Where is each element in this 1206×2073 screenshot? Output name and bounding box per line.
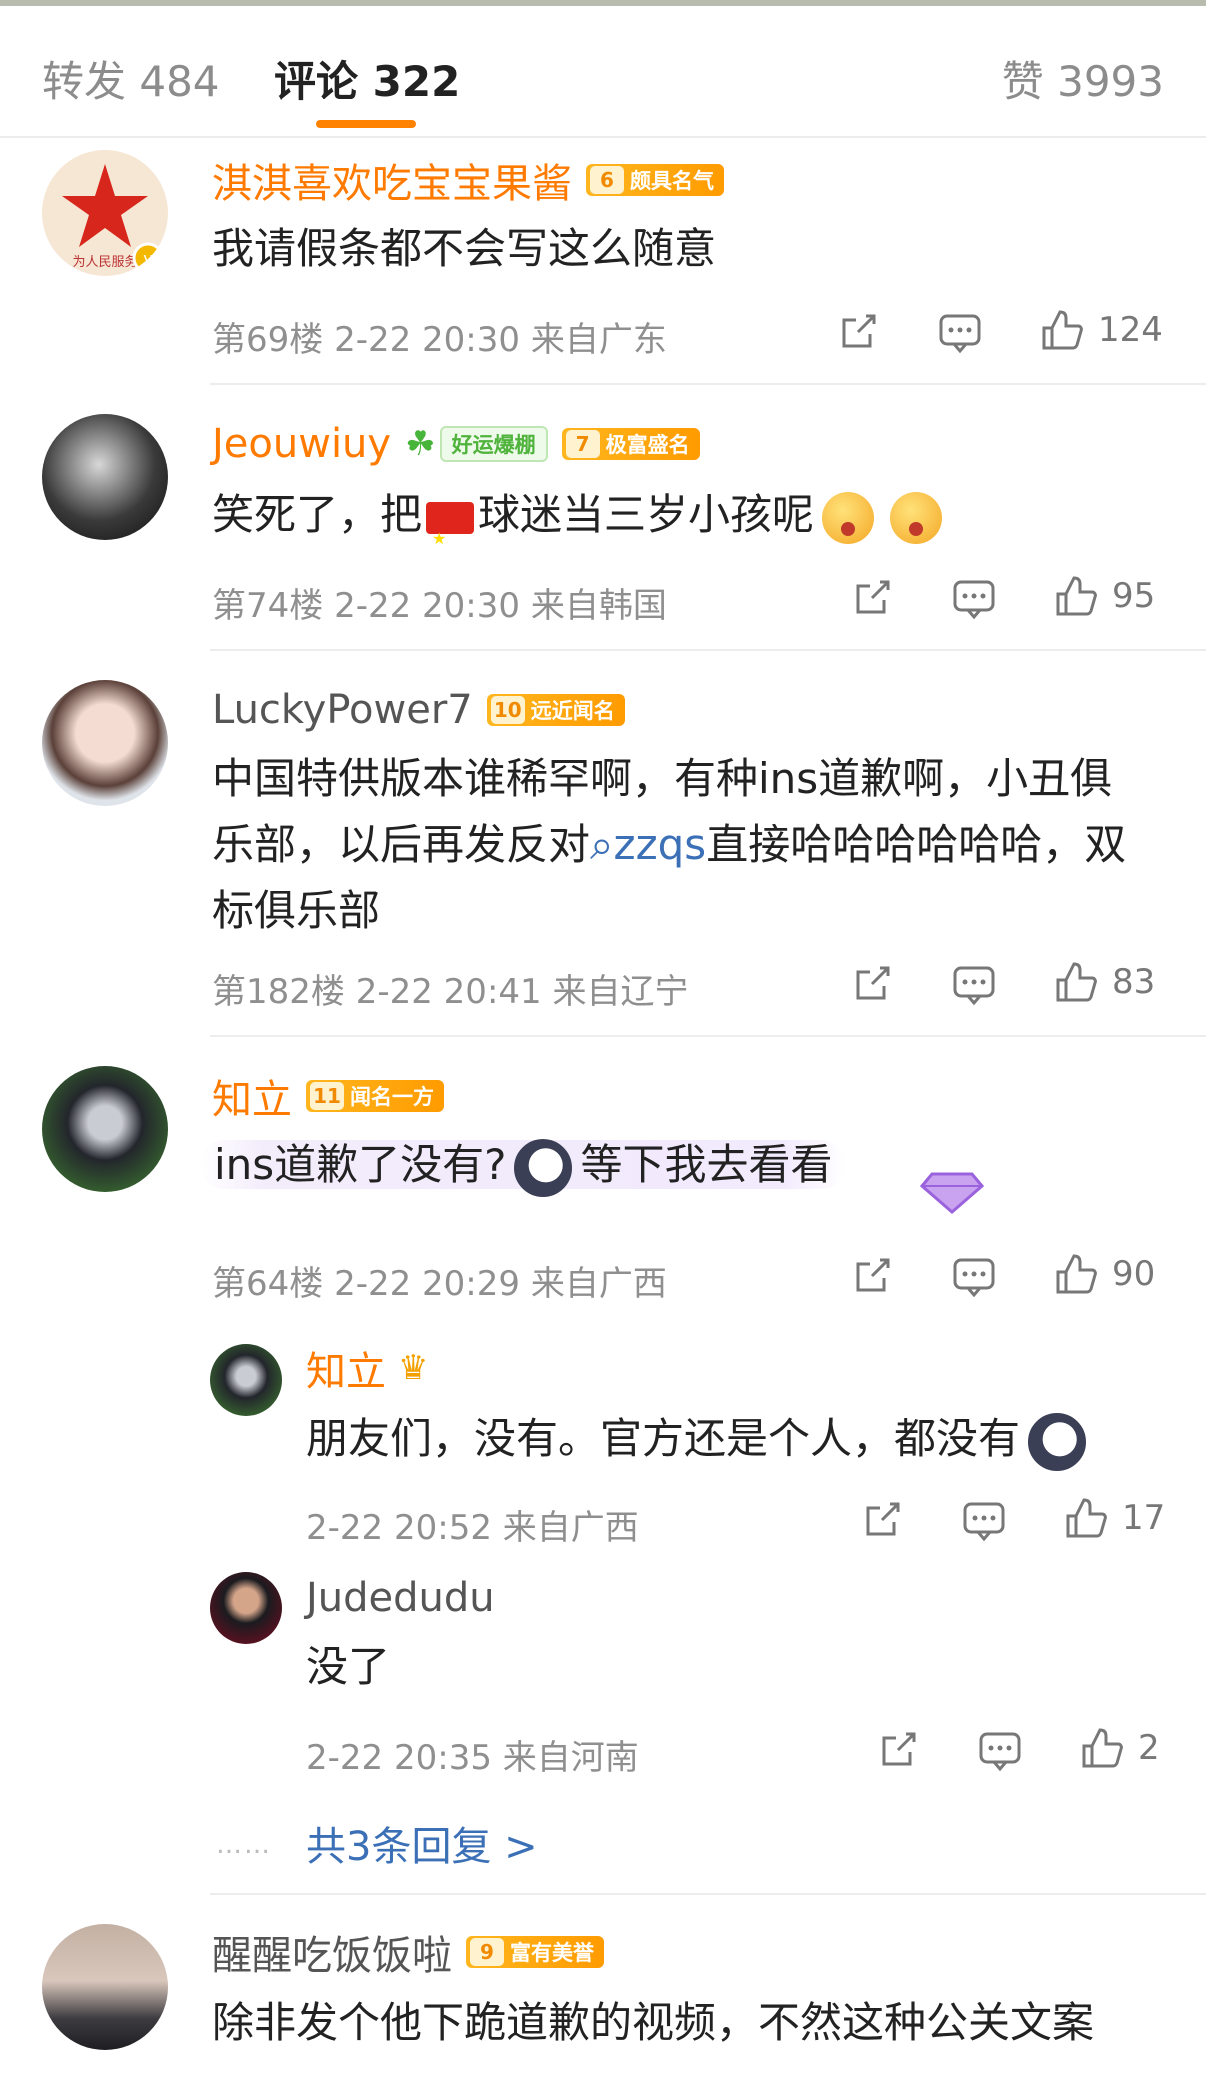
avatar[interactable] bbox=[42, 680, 168, 806]
thumbs-up-icon bbox=[1066, 1498, 1107, 1538]
comment-icon[interactable] bbox=[952, 578, 996, 620]
share-icon[interactable] bbox=[850, 962, 894, 1006]
tab-reposts[interactable]: 转发 484 bbox=[42, 48, 220, 109]
doge-emoji-icon bbox=[1028, 1412, 1087, 1471]
reply-meta: 2-22 20:35 来自河南 bbox=[306, 1738, 639, 1778]
avatar[interactable] bbox=[42, 1066, 168, 1192]
thumbs-up-icon bbox=[1082, 1728, 1123, 1768]
comment-meta: 第74楼 2-22 20:30 来自韩国 bbox=[212, 586, 667, 626]
share-icon[interactable] bbox=[876, 1728, 920, 1772]
username[interactable]: Judedudu bbox=[306, 1575, 495, 1621]
divider bbox=[210, 649, 1206, 651]
share-icon[interactable] bbox=[860, 1498, 904, 1542]
fame-badge: 6 颇具名气 bbox=[586, 164, 724, 196]
china-flag-icon: ★ bbox=[426, 501, 475, 548]
like-count: 95 bbox=[1112, 576, 1156, 616]
username[interactable]: 醒醒吃饭饭啦 bbox=[212, 1923, 452, 1981]
avatar[interactable] bbox=[210, 1344, 282, 1416]
username[interactable]: 淇淇喜欢吃宝宝果酱 bbox=[212, 151, 572, 209]
comment-text: 除非发个他下跪道歉的视频，不然这种公关文案 bbox=[212, 1998, 1095, 2047]
username[interactable]: LuckyPower7 bbox=[212, 687, 473, 733]
comment-icon[interactable] bbox=[952, 964, 996, 1006]
shocked-emoji-icon bbox=[822, 491, 875, 544]
like-count: 124 bbox=[1098, 310, 1163, 350]
tab-comments[interactable]: 评论 322 bbox=[274, 48, 460, 109]
share-icon[interactable] bbox=[836, 310, 880, 354]
username[interactable]: 知立 bbox=[306, 1339, 386, 1397]
topic-link[interactable]: ⌕zzqs bbox=[590, 820, 706, 869]
clover-icon: ☘ bbox=[405, 424, 436, 464]
fame-badge: 7 极富盛名 bbox=[561, 428, 700, 460]
active-tab-indicator bbox=[316, 120, 416, 128]
thumbs-up-icon bbox=[1056, 576, 1097, 616]
like-count: 17 bbox=[1122, 1498, 1166, 1538]
like-button[interactable]: 17 bbox=[1064, 1496, 1165, 1540]
thumbs-up-icon bbox=[1056, 1254, 1097, 1294]
search-icon: ⌕ bbox=[590, 820, 614, 869]
crown-icon: ♛ bbox=[398, 1348, 429, 1388]
shocked-emoji-icon bbox=[890, 491, 943, 544]
diamond-icon bbox=[920, 1172, 984, 1214]
doge-emoji-icon bbox=[514, 1138, 573, 1197]
divider bbox=[210, 383, 1206, 385]
comment-text: ins道歉了没有? 等下我去看看 bbox=[200, 1132, 1130, 1198]
thumbs-up-icon bbox=[1042, 310, 1083, 350]
share-icon[interactable] bbox=[850, 576, 894, 620]
fame-badge: 10 远近闻名 bbox=[486, 694, 625, 726]
comment-text: 中国特供版本谁稀罕啊，有种ins道歉啊，小丑俱乐部，以后再发反对⌕zzqs直接哈… bbox=[212, 754, 1127, 935]
reply-meta: 2-22 20:52 来自广西 bbox=[306, 1508, 639, 1548]
reply-text: 没了 bbox=[306, 1642, 391, 1691]
like-button[interactable]: 2 bbox=[1080, 1726, 1160, 1770]
fame-badge: 9 富有美誉 bbox=[466, 1936, 604, 1968]
thumbs-up-icon bbox=[1056, 962, 1097, 1002]
star-icon: 为人民服务 v bbox=[62, 164, 164, 274]
like-count: 2 bbox=[1138, 1728, 1160, 1768]
tab-likes[interactable]: 赞 3993 bbox=[1002, 48, 1164, 109]
comment-icon[interactable] bbox=[962, 1500, 1006, 1542]
comment-meta: 第64楼 2-22 20:29 来自广西 bbox=[212, 1264, 667, 1304]
comment-text: 笑死了，把 ★ 球迷当三岁小孩呢 bbox=[212, 482, 1142, 548]
comment-icon[interactable] bbox=[952, 1256, 996, 1298]
username[interactable]: 知立 bbox=[212, 1067, 292, 1125]
more-replies-link[interactable]: 共3条回复 > bbox=[306, 1814, 538, 1872]
comment-icon[interactable] bbox=[978, 1730, 1022, 1772]
like-count: 83 bbox=[1112, 962, 1156, 1002]
comment-meta: 第69楼 2-22 20:30 来自广东 bbox=[212, 320, 667, 360]
reply-dots: …… bbox=[216, 1830, 272, 1860]
avatar[interactable] bbox=[42, 1924, 168, 2050]
divider bbox=[210, 1893, 1206, 1895]
avatar[interactable] bbox=[210, 1572, 282, 1644]
comment-icon[interactable] bbox=[938, 312, 982, 354]
avatar[interactable]: 为人民服务 v bbox=[42, 150, 168, 276]
like-button[interactable]: 124 bbox=[1040, 308, 1163, 352]
comment-text: 我请假条都不会写这么随意 bbox=[212, 224, 717, 273]
like-count: 90 bbox=[1112, 1254, 1156, 1294]
comment-meta: 第182楼 2-22 20:41 来自辽宁 bbox=[212, 972, 689, 1012]
reply-text: 朋友们，没有。官方还是个人，都没有 bbox=[306, 1406, 1146, 1472]
luck-tag: 好运爆棚 bbox=[439, 426, 548, 462]
tab-bar: 转发 484 评论 322 赞 3993 bbox=[0, 6, 1206, 138]
svg-text:v: v bbox=[143, 249, 152, 268]
avatar[interactable] bbox=[42, 414, 168, 540]
like-button[interactable]: 83 bbox=[1054, 960, 1155, 1004]
divider bbox=[210, 1035, 1206, 1037]
share-icon[interactable] bbox=[850, 1254, 894, 1298]
svg-text:为人民服务: 为人民服务 bbox=[72, 254, 137, 270]
like-button[interactable]: 95 bbox=[1054, 574, 1155, 618]
username[interactable]: Jeouwiuy bbox=[212, 421, 391, 467]
like-button[interactable]: 90 bbox=[1054, 1252, 1155, 1296]
fame-badge: 11 闻名一方 bbox=[306, 1080, 444, 1112]
